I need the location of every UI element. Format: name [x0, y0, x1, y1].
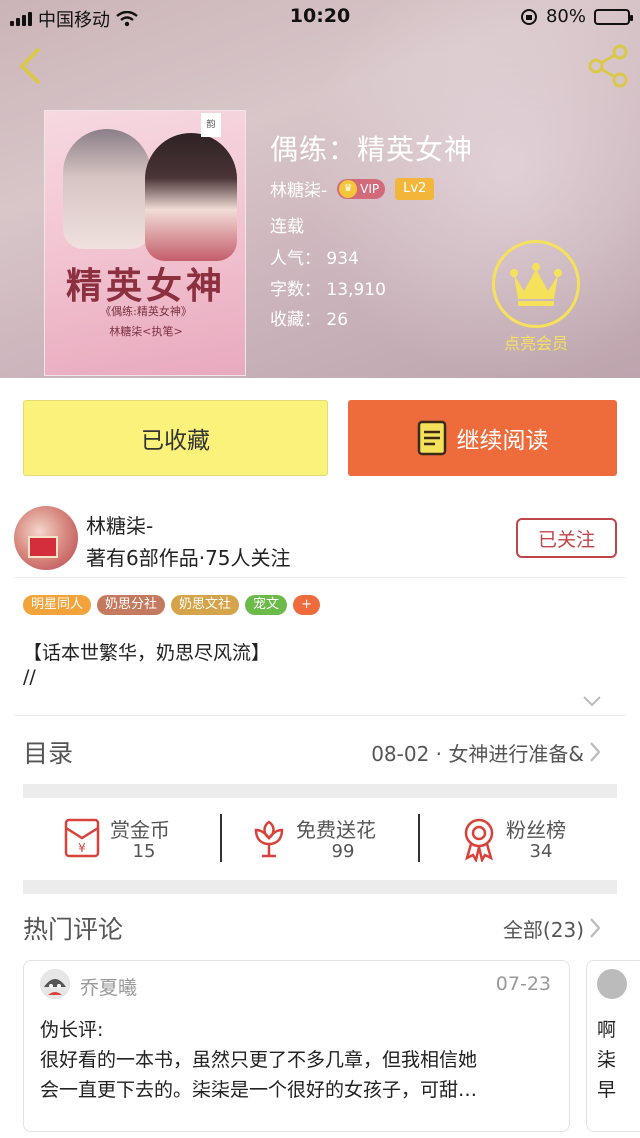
blurb-line: //	[23, 666, 36, 688]
back-arrow-icon[interactable]	[10, 44, 50, 88]
medal-icon	[464, 818, 494, 862]
fan-ranking[interactable]: 粉丝榜 34	[460, 810, 600, 866]
book-status: 连载	[270, 217, 304, 237]
book-cover[interactable]: 韵 精英女神 《偶练:精英女神》 林糖柒<执笔>	[44, 110, 246, 376]
tag-item[interactable]: 奶思分社	[97, 595, 166, 615]
chevron-down-icon[interactable]	[582, 694, 602, 708]
comment-date: 07-23	[495, 973, 551, 995]
stat-label: 赏金币	[110, 818, 170, 842]
book-word-count: 字数： 13,910	[270, 280, 386, 300]
comment-text: 伪长评:	[40, 1019, 104, 1041]
level-badge: Lv2	[395, 177, 435, 200]
book-favorites: 收藏： 26	[270, 310, 349, 330]
vip-crown-icon: ♛	[339, 179, 358, 198]
stat-label: 粉丝榜	[506, 818, 566, 842]
comment-text: 早	[597, 1079, 617, 1101]
hot-comments-label: 热门评论	[23, 915, 124, 944]
battery-percent: 80%	[545, 6, 586, 27]
stat-value: 34	[529, 841, 553, 862]
author-name[interactable]: 林糖柒-	[86, 510, 153, 539]
book-author-row: 林糖柒- ♛ VIP Lv2	[270, 176, 435, 201]
divider	[14, 715, 626, 716]
member-button[interactable]: 点亮会员	[492, 240, 580, 356]
tag-item[interactable]: 明星同人	[23, 595, 92, 615]
comment-text: 很好看的一本书，虽然只更了不多几章，但我相信她	[40, 1049, 478, 1071]
author-avatar[interactable]	[14, 506, 78, 570]
section-separator	[23, 784, 617, 798]
commenter-avatar[interactable]	[40, 969, 70, 999]
status-bar: 中国移动 10:20 80%	[0, 0, 640, 34]
commenter-avatar[interactable]	[597, 969, 627, 999]
commenter-name[interactable]: 乔夏曦	[80, 973, 137, 1000]
stat-value: 15	[132, 841, 156, 862]
book-header: 中国移动 10:20 80% 韵 精英女神 《偶练:精英女神》 林糖柒<执笔> …	[0, 0, 640, 378]
collected-button[interactable]: 已收藏	[23, 400, 328, 476]
chevron-right-icon[interactable]	[588, 916, 602, 940]
cover-title: 精英女神	[65, 265, 226, 307]
follow-button[interactable]: 已关注	[516, 518, 617, 558]
author-info: 著有6部作品·75人关注	[86, 546, 291, 570]
tag-item[interactable]: 宠文	[245, 595, 288, 615]
member-label: 点亮会员	[503, 334, 568, 353]
comment-card[interactable]: 乔夏曦 07-23 伪长评: 很好看的一本书，虽然只更了不多几章，但我相信她 会…	[23, 960, 570, 1132]
stat-label: 免费送花	[296, 818, 376, 842]
vip-label: VIP	[360, 181, 380, 196]
cover-figure-female	[145, 133, 237, 261]
vip-badge: ♛ VIP	[337, 178, 386, 199]
cover-publisher-tag: 韵	[201, 113, 221, 137]
stat-value: 99	[331, 841, 355, 862]
svg-text:¥: ¥	[78, 841, 86, 855]
book-popularity: 人气： 934	[270, 249, 359, 269]
blurb-line: 【话本世繁华，奶思尽风流】	[23, 642, 271, 664]
divider	[418, 814, 420, 862]
divider	[14, 577, 626, 578]
flower-icon	[254, 820, 284, 858]
red-envelope-icon: ¥	[64, 818, 100, 858]
crown-icon	[510, 263, 562, 306]
add-tag-button[interactable]: +	[293, 595, 320, 615]
tag-item[interactable]: 奶思文社	[171, 595, 240, 615]
comment-text: 柒	[597, 1049, 617, 1071]
rotation-lock-icon	[520, 8, 537, 25]
toc-label[interactable]: 目录	[23, 734, 73, 770]
continue-reading-button[interactable]: 继续阅读	[348, 400, 617, 476]
toc-latest-chapter[interactable]: 08-02 · 女神进行准备&	[371, 738, 584, 767]
comment-card[interactable]: 啊 柒 早	[586, 960, 640, 1132]
battery-icon	[594, 8, 633, 25]
reward-coins[interactable]: ¥ 赏金币 15	[60, 810, 200, 866]
chevron-right-icon[interactable]	[588, 740, 602, 764]
book-author-name[interactable]: 林糖柒-	[270, 176, 327, 201]
share-icon[interactable]	[586, 44, 632, 88]
all-comments-link[interactable]: 全部(23)	[503, 914, 584, 943]
cover-subtitle: 《偶练:精英女神》	[100, 305, 192, 318]
book-title: 偶练：精英女神	[270, 133, 474, 166]
continue-reading-label: 继续阅读	[456, 428, 549, 454]
cover-figure-male	[63, 129, 151, 249]
tag-list: 明星同人 奶思分社 奶思文社 宠文 +	[23, 595, 320, 615]
free-flowers[interactable]: 免费送花 99	[250, 810, 400, 866]
section-separator	[23, 880, 617, 894]
comment-text: 啊	[597, 1019, 617, 1041]
cover-author: 林糖柒<执笔>	[109, 325, 183, 338]
comment-text: 会一直更下去的。柒柒是一个很好的女孩子，可甜…	[40, 1079, 478, 1101]
divider	[220, 814, 222, 862]
book-icon	[417, 420, 446, 456]
